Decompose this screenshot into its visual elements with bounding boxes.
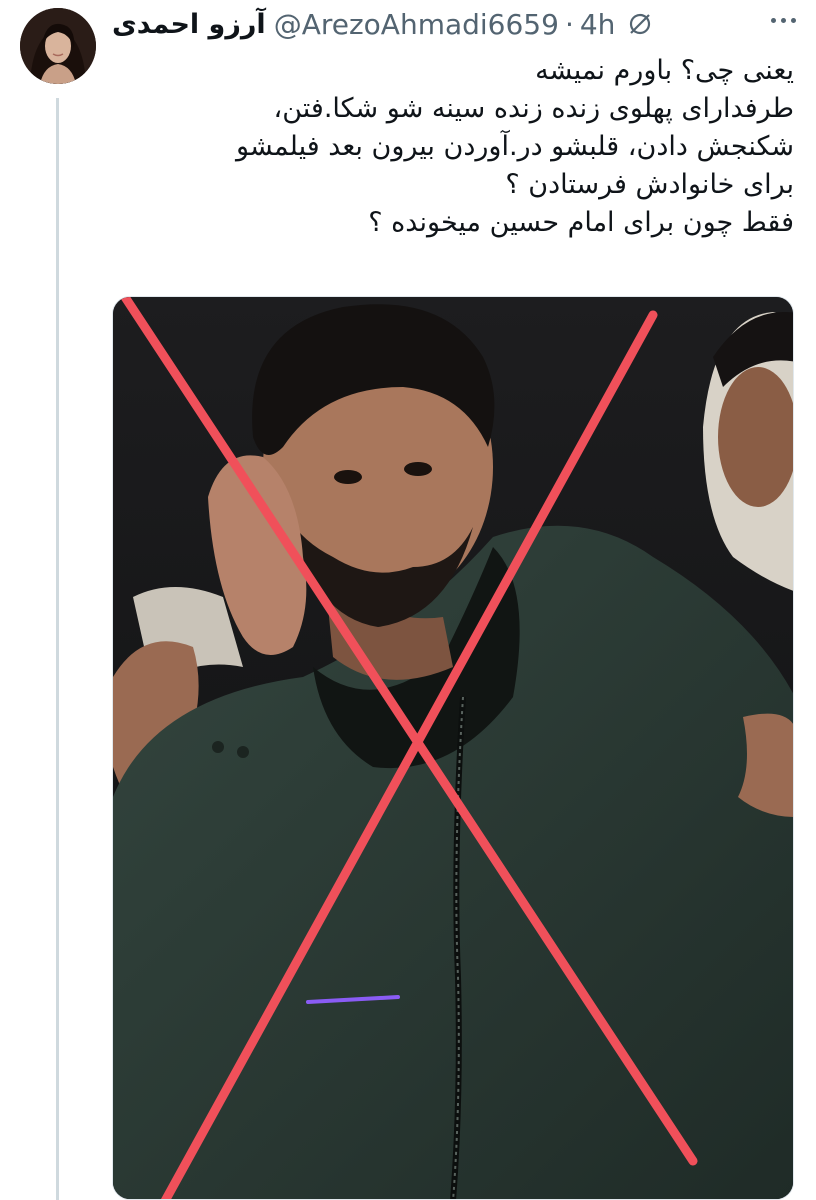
timestamp[interactable]: 4h [580,8,616,41]
separator-dot: · [564,7,574,41]
more-dots-icon[interactable] [771,8,796,32]
eye-slash-icon [627,11,653,37]
tweet-text-line: فقط چون برای امام حسین میخونده ؟ [368,207,794,238]
tweet-header: آرزو احمدی @ArezoAhmadi6659 · 4h [112,4,816,44]
tweet-text: یعنی چی؟ باورم نمیشه طرفدارای پهلوی زنده… [112,52,794,242]
display-name[interactable]: آرزو احمدی [112,9,266,40]
thread-connector-line [56,98,59,1200]
user-handle[interactable]: @ArezoAhmadi6659 [274,8,559,41]
avatar[interactable] [20,8,96,84]
avatar-image [20,8,96,84]
photo-illustration [113,297,793,1199]
tweet-text-line: شکنجش دادن، قلبشو در.آوردن بیرون بعد فیل… [236,131,794,162]
tweet-photo[interactable] [112,296,794,1200]
tweet-text-line: یعنی چی؟ باورم نمیشه [535,55,794,86]
tweet-text-line: برای خانوادش فرستادن ؟ [505,169,794,200]
tweet-text-line: طرفدارای پهلوی زنده زنده سینه شو شکا.فتن… [273,93,795,124]
